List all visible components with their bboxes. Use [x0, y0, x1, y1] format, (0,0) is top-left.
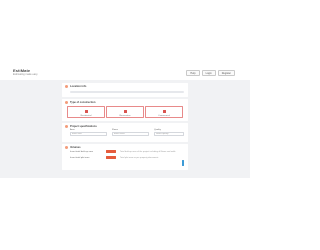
built-area-label: Insert total built-up area — [70, 151, 93, 153]
top-navigation: Help Login Register — [186, 70, 235, 76]
location-icon — [65, 85, 68, 88]
volumes-title: Volumes — [70, 146, 81, 149]
type-option-label: Residential — [80, 114, 92, 117]
info-indicator — [182, 160, 184, 166]
office-icon — [163, 110, 166, 113]
project-specs-section: Project specifications Area Enter area F… — [62, 123, 188, 142]
location-section-title: Location info — [70, 85, 87, 88]
register-button[interactable]: Register — [217, 70, 235, 76]
area-input[interactable]: Enter area — [70, 132, 107, 136]
tools-icon — [124, 110, 127, 113]
building-icon — [65, 101, 68, 104]
floors-field-label: Floors — [112, 129, 119, 131]
type-option-residential[interactable]: Residential — [67, 106, 105, 118]
built-area-hint: Total built-up area of the project inclu… — [120, 151, 176, 153]
login-button[interactable]: Login — [201, 70, 216, 76]
plot-area-label: Insert total plot area — [70, 157, 90, 159]
location-section: Location info — [62, 83, 188, 97]
location-input[interactable] — [70, 91, 184, 93]
main-content: Location info Type of construction Resid… — [0, 80, 250, 178]
floors-input[interactable]: Enter floors — [112, 132, 149, 136]
brand-logo[interactable]: EstiMate Estimating made easy — [13, 69, 38, 76]
house-icon — [85, 110, 88, 113]
brand-tagline: Estimating made easy — [13, 72, 38, 76]
built-area-required-badge — [106, 150, 116, 153]
volumes-section: Volumes Insert total built-up area Total… — [62, 144, 188, 170]
type-option-label: Renovation — [119, 114, 131, 117]
cube-icon — [65, 146, 68, 149]
plot-area-required-badge — [106, 156, 116, 159]
type-option-renovation[interactable]: Renovation — [106, 106, 144, 118]
help-button[interactable]: Help — [186, 70, 200, 76]
type-option-label: Commercial — [158, 114, 170, 117]
construction-type-section: Type of construction Residential Renovat… — [62, 99, 188, 121]
area-field-label: Area — [70, 129, 75, 131]
quality-field-label: Quality — [154, 129, 161, 131]
construction-type-title: Type of construction — [70, 101, 96, 104]
plot-area-hint: Total plot area as per property document… — [120, 157, 159, 159]
project-specs-title: Project specifications — [70, 125, 97, 128]
header-bar: EstiMate Estimating made easy Help Login… — [0, 0, 250, 84]
settings-icon — [65, 125, 68, 128]
type-option-commercial[interactable]: Commercial — [145, 106, 183, 118]
quality-select[interactable]: Select quality — [154, 132, 184, 136]
